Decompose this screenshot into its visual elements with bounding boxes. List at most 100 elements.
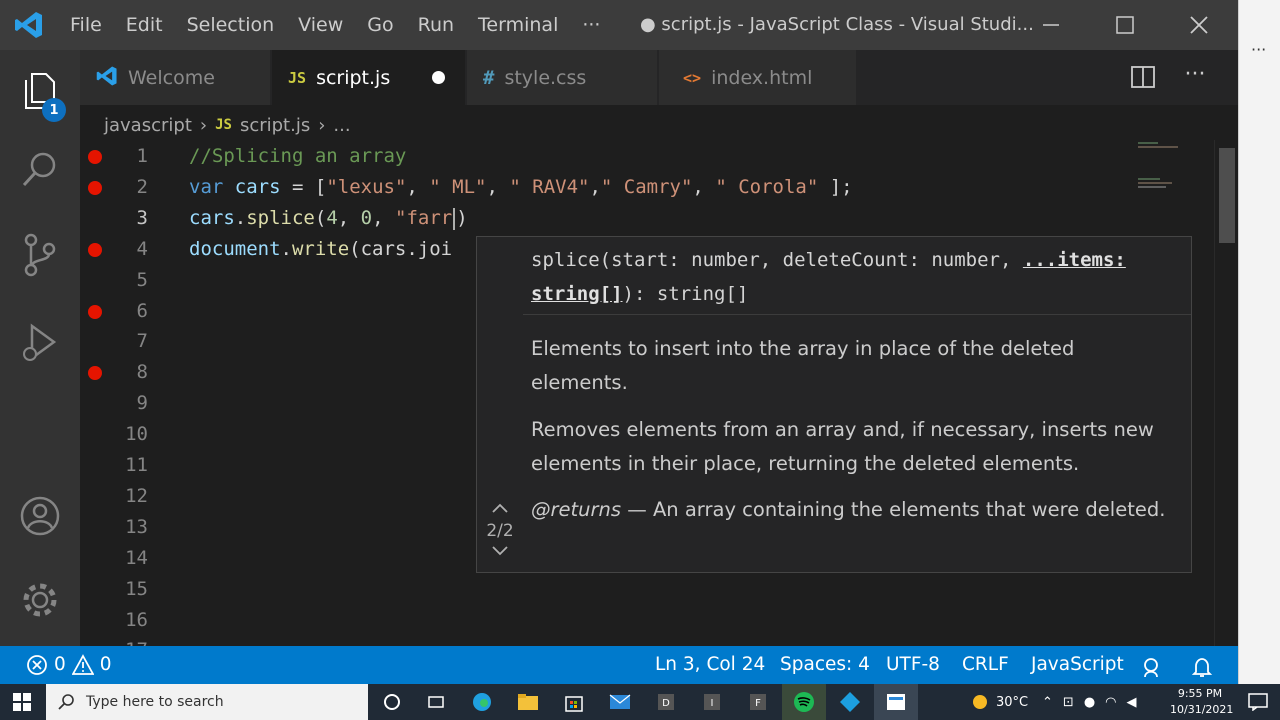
notification-center-icon[interactable] [1238,684,1278,720]
code-function: splice [246,207,315,229]
minimap[interactable] [1136,140,1214,200]
split-editor-icon[interactable] [1130,64,1158,92]
function-doc: Removes elements from an array and, if n… [531,418,1154,475]
mail-icon[interactable] [598,684,642,720]
language-mode[interactable]: JavaScript [1031,646,1124,684]
explorer-badge: 1 [42,98,66,122]
code-string: " RAV4" [509,176,590,198]
menu-go[interactable]: Go [355,0,405,50]
tab-label: index.html [711,66,813,89]
volume-icon[interactable]: ◀ [1127,695,1137,710]
file-explorer-icon[interactable] [506,684,550,720]
store-icon[interactable] [552,684,596,720]
more-actions-icon[interactable]: ··· [1180,62,1210,92]
encoding[interactable]: UTF-8 [886,646,940,684]
source-control-icon[interactable] [0,225,80,285]
cortana-icon[interactable] [370,684,414,720]
menu-selection[interactable]: Selection [175,0,287,50]
explorer-icon[interactable]: 1 [0,60,80,122]
menu-run[interactable]: Run [406,0,466,50]
breadcrumb-file[interactable]: script.js [240,115,310,136]
indentation[interactable]: Spaces: 4 [780,646,870,684]
run-debug-icon[interactable] [0,312,80,372]
chevron-down-icon[interactable] [477,542,523,563]
code-number: 4 [326,207,338,229]
background-window-edge: ··· [1238,0,1280,684]
breadcrumb-symbol[interactable]: ... [333,115,350,136]
task-view-icon[interactable] [414,684,458,720]
scrollbar-thumb[interactable] [1219,148,1235,243]
returns-doc: @returns — An array containing the eleme… [531,493,1171,527]
close-button[interactable] [1162,0,1236,50]
menu-terminal[interactable]: Terminal [466,0,570,50]
menu-edit[interactable]: Edit [114,0,175,50]
cursor-position[interactable]: Ln 3, Col 24 [655,646,765,684]
breakpoint-icon[interactable] [88,304,102,319]
vertical-scrollbar[interactable] [1214,140,1238,646]
tab-label: script.js [316,66,391,89]
app-f-icon[interactable]: F [736,684,780,720]
feedback-icon[interactable] [1142,654,1164,684]
signature-help-popup: splice(start: number, deleteCount: numbe… [476,236,1192,573]
activity-bar: 1 [0,50,80,646]
app-i-icon[interactable]: I [690,684,734,720]
error-icon [27,655,47,675]
menu-file[interactable]: File [58,0,114,50]
more-icon[interactable]: ··· [1251,40,1266,59]
text-cursor [453,207,456,230]
code-line: //Splicing an array [80,141,1214,172]
code-punct: ) [456,207,468,229]
network-icon[interactable]: ⊡ [1063,695,1074,710]
code-string: "lexus" [326,176,407,198]
breadcrumb: javascript › JS script.js › ... [104,112,351,138]
minimize-button[interactable] [1014,0,1088,50]
line-number: 5 [136,268,148,291]
chevron-up-icon[interactable] [477,499,523,520]
chevron-up-icon[interactable]: ⌃ [1042,695,1053,710]
parameter-doc: Elements to insert into the array in pla… [531,337,1075,394]
wifi-icon[interactable]: ◠ [1105,695,1116,710]
windows-start-icon[interactable] [0,684,44,720]
signature: splice(start: number, deleteCount: numbe… [523,237,1191,315]
app-blue-icon[interactable] [828,684,872,720]
code-line: var cars = ["lexus", " ML", " RAV4"," Ca… [189,176,853,198]
taskbar-clock[interactable]: 9:55 PM 10/31/2021 [1170,686,1233,718]
code-identifier: cars [234,176,281,198]
unsaved-dot-icon[interactable] [432,71,445,84]
code-function: write [291,238,350,260]
tab-welcome[interactable]: Welcome [80,50,270,105]
app-d-icon[interactable]: D [644,684,688,720]
vscode-taskbar-icon[interactable] [874,684,918,720]
taskbar-search-box[interactable]: Type here to search [46,684,368,720]
account-icon[interactable] [0,486,80,546]
edge-icon[interactable] [460,684,504,720]
menu-view[interactable]: View [286,0,355,50]
code-keyword: var [189,176,224,198]
js-file-icon: JS [215,117,232,133]
css-file-icon: # [483,66,495,89]
settings-gear-icon[interactable] [0,570,80,630]
maximize-button[interactable] [1088,0,1162,50]
temperature: 30°C [996,694,1029,710]
breadcrumb-folder[interactable]: javascript [104,115,192,136]
vscode-icon [96,65,118,91]
notifications-bell-icon[interactable] [1191,654,1213,684]
menu-more[interactable]: ··· [570,0,612,50]
microphone-icon[interactable]: ● [1084,695,1095,710]
end-of-line[interactable]: CRLF [962,646,1009,684]
line-number: 11 [125,454,148,476]
tab-index-html[interactable]: <> index.html [659,50,856,105]
code-identifier: cars [189,207,235,229]
svg-text:D: D [662,698,670,709]
search-icon[interactable] [0,140,80,200]
breakpoint-icon[interactable] [88,366,102,381]
tab-style-css[interactable]: # style.css [467,50,657,105]
warning-count: 0 [99,654,112,675]
returns-text: — An array containing the elements that … [621,498,1166,521]
weather-widget[interactable]: 30°C [970,684,1028,720]
gutter-row: 16 [80,605,1214,636]
spotify-icon[interactable] [782,684,826,720]
problems-indicator[interactable]: 0 0 [26,646,112,684]
code-text: (cars.joi [349,238,453,260]
line-number: 6 [136,299,148,322]
